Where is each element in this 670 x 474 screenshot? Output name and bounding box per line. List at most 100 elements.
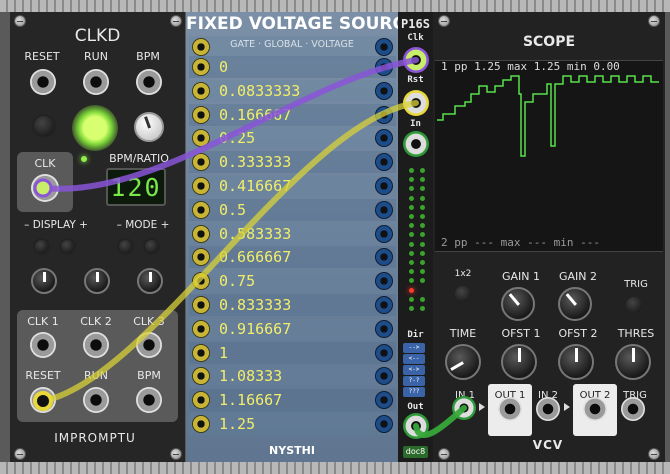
p16s-out-jack[interactable] [403, 413, 429, 439]
gate-input-jack[interactable] [192, 81, 210, 100]
step-led [420, 296, 425, 302]
direction-button[interactable]: <-- [403, 354, 425, 364]
step-led [409, 250, 414, 256]
fvs-voltage-value: 0.0833333 [219, 81, 301, 100]
trig-button[interactable] [624, 295, 644, 315]
x1x2-button[interactable] [453, 284, 473, 304]
fvs-row: 0 [189, 56, 396, 78]
gate-input-jack[interactable] [192, 296, 210, 314]
scope-out1-jack[interactable] [498, 397, 522, 421]
clk2-ratio-knob[interactable] [84, 268, 110, 294]
display-label: – DISPLAY + [24, 219, 88, 231]
gate-input-jack[interactable] [192, 177, 210, 195]
fvs-row: 0.25 [189, 127, 396, 150]
clk1-ratio-knob[interactable] [31, 268, 57, 294]
fvs-row: 0.75 [189, 270, 396, 293]
display-plus-button[interactable] [59, 238, 76, 255]
voltage-output-jack[interactable] [375, 391, 393, 410]
clk-output-jack[interactable] [31, 174, 59, 202]
gate-input-jack[interactable] [192, 153, 210, 172]
scope-in2-jack[interactable] [536, 397, 560, 421]
gate-input-jack[interactable] [192, 38, 210, 56]
clk1-output-jack[interactable] [30, 332, 56, 358]
clk2-output-jack[interactable] [83, 332, 109, 358]
screw-icon [14, 448, 26, 460]
run-button-led[interactable] [72, 105, 118, 151]
direction-button[interactable]: ?-? [403, 376, 425, 386]
run-input-jack[interactable] [83, 69, 109, 95]
voltage-output-jack[interactable] [375, 177, 393, 195]
voltage-output-jack[interactable] [375, 415, 393, 433]
fvs-row: 0.916667 [189, 317, 396, 340]
gate-input-jack[interactable] [192, 248, 210, 267]
gate-input-jack[interactable] [192, 367, 210, 386]
gate-input-jack[interactable] [192, 343, 210, 362]
gain1-knob[interactable] [501, 287, 535, 321]
mode-plus-button[interactable] [143, 238, 160, 255]
p16s-clk-input-jack[interactable] [403, 47, 429, 73]
direction-button[interactable]: ??? [403, 387, 425, 397]
thres-knob[interactable] [615, 344, 651, 380]
step-led [420, 195, 425, 201]
voltage-output-jack[interactable] [375, 200, 393, 219]
gate-input-jack[interactable] [192, 391, 210, 410]
p16s-title: P16S [401, 17, 430, 31]
gate-input-jack[interactable] [192, 129, 210, 148]
reset-out-label: RESET [25, 369, 61, 382]
gate-input-jack[interactable] [192, 272, 210, 291]
p16s-rst-input-jack[interactable] [403, 90, 429, 116]
direction-button[interactable]: <-> [403, 365, 425, 375]
p16s-clk-label: Clk [407, 33, 424, 43]
voltage-output-jack[interactable] [375, 272, 393, 291]
step-led [420, 204, 425, 210]
reset-output-jack[interactable] [30, 387, 56, 413]
voltage-output-jack[interactable] [375, 153, 393, 172]
fvs-voltage-value: 0.916667 [219, 319, 292, 338]
fvs-voltage-value: 0.333333 [219, 153, 292, 172]
ofst1-knob[interactable] [501, 344, 537, 380]
bpm-output-jack[interactable] [136, 387, 162, 413]
gate-input-jack[interactable] [192, 200, 210, 219]
voltage-output-jack[interactable] [375, 248, 393, 267]
screw-icon [648, 448, 660, 460]
voltage-output-jack[interactable] [375, 367, 393, 386]
gate-input-jack[interactable] [192, 58, 210, 76]
time-label: TIME [449, 327, 477, 340]
clk3-ratio-knob[interactable] [137, 268, 163, 294]
bpm-input-jack[interactable] [136, 69, 162, 95]
rack-rail-bottom [0, 462, 670, 474]
display-minus-button[interactable] [33, 238, 50, 255]
gate-input-jack[interactable] [192, 319, 210, 338]
bpm-knob[interactable] [134, 112, 164, 142]
voltage-output-jack[interactable] [375, 105, 393, 124]
time-knob[interactable] [445, 344, 481, 380]
fvs-row: 0.666667 [189, 246, 396, 269]
gate-input-jack[interactable] [192, 105, 210, 124]
voltage-output-jack[interactable] [375, 129, 393, 148]
voltage-output-jack[interactable] [375, 58, 393, 76]
voltage-output-jack[interactable] [375, 81, 393, 100]
scope-in1-jack[interactable] [452, 396, 476, 420]
mode-minus-button[interactable] [117, 238, 134, 255]
gate-input-jack[interactable] [192, 224, 210, 243]
voltage-output-jack[interactable] [375, 38, 393, 56]
run-output-jack[interactable] [83, 387, 109, 413]
voltage-output-jack[interactable] [375, 296, 393, 314]
scope-trig-jack[interactable] [621, 397, 645, 421]
scope-out2-jack[interactable] [583, 397, 607, 421]
p16s-in-input-jack[interactable] [403, 131, 429, 157]
fvs-voltage-value: 1.08333 [219, 367, 283, 386]
ofst2-knob[interactable] [558, 344, 594, 380]
fvs-voltage-value: 0.416667 [219, 177, 292, 195]
gain2-knob[interactable] [558, 287, 592, 321]
direction-button[interactable]: --> [403, 343, 425, 353]
clk3-output-jack[interactable] [136, 332, 162, 358]
voltage-output-jack[interactable] [375, 343, 393, 362]
fvs-row: 1.08333 [189, 365, 396, 388]
bpm-out-label: BPM [137, 369, 161, 382]
voltage-output-jack[interactable] [375, 224, 393, 243]
voltage-output-jack[interactable] [375, 319, 393, 338]
reset-button[interactable] [32, 114, 56, 138]
reset-input-jack[interactable] [30, 69, 56, 95]
gate-input-jack[interactable] [192, 415, 210, 433]
